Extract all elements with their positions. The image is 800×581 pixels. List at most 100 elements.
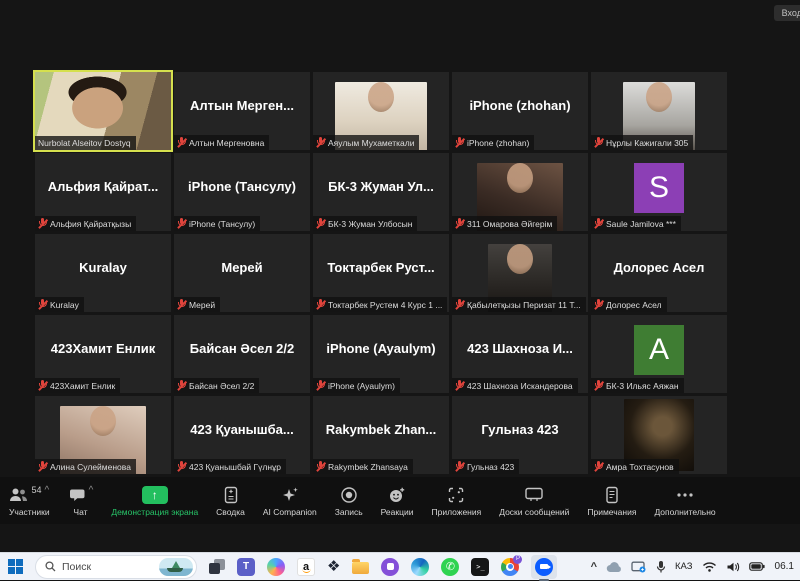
participant-display-name: Rakymbek Zhan... — [313, 396, 449, 462]
terminal-icon[interactable]: >_ — [471, 558, 489, 576]
participant-name-label: Kuralay — [35, 297, 84, 312]
participant-tile[interactable]: Nurbolat Alseitov Dostyq — [35, 72, 171, 150]
ellipsis-icon — [675, 486, 695, 504]
muted-mic-icon — [455, 299, 464, 310]
muted-mic-icon — [455, 137, 464, 148]
task-view-icon[interactable] — [209, 559, 225, 574]
edge-browser-icon[interactable] — [411, 558, 429, 576]
whatsapp-icon[interactable]: ✆ — [441, 558, 459, 576]
muted-mic-icon — [38, 218, 47, 229]
participant-tile[interactable]: Гульназ 423 Гульназ 423 — [452, 396, 588, 474]
notes-button[interactable]: Примечания — [578, 477, 645, 524]
weather-cloud-icon[interactable] — [606, 561, 622, 573]
participant-display-name: Токтарбек Руст... — [313, 234, 449, 300]
start-button[interactable] — [8, 559, 23, 574]
chrome-icon[interactable]: P — [501, 558, 519, 576]
file-explorer-icon[interactable] — [352, 562, 369, 574]
muted-mic-icon — [594, 218, 603, 229]
participant-name-label: 311 Омарова Әйгерім — [452, 216, 557, 231]
copilot-icon[interactable] — [267, 558, 285, 576]
muted-mic-icon — [177, 218, 186, 229]
participant-tile[interactable]: Байсан Әсел 2/2 Байсан Әсел 2/2 — [174, 315, 310, 393]
signin-button[interactable]: Вход — [774, 5, 800, 21]
participant-name-label: Токтарбек Рустем 4 Курс 1 ... — [313, 297, 447, 312]
share-screen-button[interactable]: ↑ Демонстрация экрана — [102, 477, 207, 524]
participant-tile[interactable]: Долорес Асел Долорес Асел — [591, 234, 727, 312]
muted-mic-icon — [38, 380, 47, 391]
muted-mic-icon — [316, 380, 325, 391]
participant-display-name: 423 Шахноза И... — [452, 315, 588, 381]
participant-name-label: iPhone (Тансулу) — [174, 216, 260, 231]
search-icon — [45, 561, 56, 572]
participant-tile[interactable]: Мерей Мерей — [174, 234, 310, 312]
dropbox-icon[interactable]: ❖ — [327, 558, 340, 576]
record-button[interactable]: Запись — [326, 477, 372, 524]
battery-icon[interactable] — [749, 562, 765, 571]
muted-mic-icon — [455, 380, 464, 391]
muted-mic-icon — [455, 461, 464, 472]
participant-name-label: 423 Қуанышбай Гүлнұр — [174, 459, 286, 474]
participant-tile[interactable]: Аяулым Мухаметкали — [313, 72, 449, 150]
participant-name-label: Алтын Мергеновна — [174, 135, 269, 150]
participant-tile[interactable]: Kuralay Kuralay — [35, 234, 171, 312]
participant-name-label: Алина Сулейменова — [35, 459, 136, 474]
system-tray: ^ КАЗ 06.1 — [591, 560, 794, 574]
chevron-up-icon[interactable]: ^ — [89, 485, 94, 496]
chat-button[interactable]: ^ Чат — [59, 477, 103, 524]
participant-display-name: 423 Қуанышба... — [174, 396, 310, 462]
muted-mic-icon — [455, 218, 464, 229]
participant-tile[interactable]: Альфия Қайрат... Альфия Қайратқызы — [35, 153, 171, 231]
teams-icon[interactable]: T — [237, 558, 255, 576]
apps-button[interactable]: Приложения — [422, 477, 490, 524]
muted-mic-icon — [177, 461, 186, 472]
participant-name-label: Saule Jamilova *** — [591, 216, 681, 231]
amazon-icon[interactable]: a — [297, 558, 315, 576]
meeting-toolbar: 54 ^ Участники ^ Чат ↑ Демонстрация экра… — [0, 477, 800, 524]
participant-tile[interactable]: iPhone (Ayaulym) iPhone (Ayaulym) — [313, 315, 449, 393]
participant-tile[interactable]: 423 Қуанышба... 423 Қуанышбай Гүлнұр — [174, 396, 310, 474]
participant-name-label: Nurbolat Alseitov Dostyq — [35, 136, 136, 150]
whiteboards-button[interactable]: Доски сообщений — [490, 477, 578, 524]
more-button[interactable]: Дополнительно — [645, 477, 724, 524]
chevron-up-icon[interactable]: ^ — [44, 485, 49, 496]
participant-tile[interactable]: Rakymbek Zhan... Rakymbek Zhansaya — [313, 396, 449, 474]
participant-tile[interactable]: Нұрлы Кажигали 305 — [591, 72, 727, 150]
muted-mic-icon — [38, 299, 47, 310]
wifi-icon[interactable] — [702, 561, 717, 572]
participant-tile[interactable]: A БК-3 Ильяс Аяжан — [591, 315, 727, 393]
muted-mic-icon — [177, 380, 186, 391]
screen-cast-icon[interactable] — [631, 561, 647, 573]
participant-tile[interactable]: Қабылетқызы Перизат 11 Т... — [452, 234, 588, 312]
participant-tile[interactable]: S Saule Jamilova *** — [591, 153, 727, 231]
chat-icon — [68, 487, 86, 503]
participant-tile[interactable]: Алтын Мерген... Алтын Мергеновна — [174, 72, 310, 150]
taskbar-clock[interactable]: 06.1 — [775, 561, 794, 572]
muted-mic-icon — [594, 137, 603, 148]
participant-tile[interactable]: Токтарбек Руст... Токтарбек Рустем 4 Кур… — [313, 234, 449, 312]
search-highlight-image[interactable] — [159, 558, 193, 576]
participant-name-label: Байсан Әсел 2/2 — [174, 378, 259, 393]
ai-companion-button[interactable]: AI Companion — [254, 477, 326, 524]
participant-tile[interactable]: iPhone (zhohan) iPhone (zhohan) — [452, 72, 588, 150]
avatar: A — [634, 325, 684, 375]
microphone-icon[interactable] — [656, 560, 666, 574]
taskbar-search-input[interactable]: Поиск — [35, 555, 197, 579]
participant-tile[interactable]: Амра Тохтасунов — [591, 396, 727, 474]
tray-chevron-up-icon[interactable]: ^ — [591, 561, 597, 573]
participant-tile[interactable]: iPhone (Тансулу) iPhone (Тансулу) — [174, 153, 310, 231]
reactions-button[interactable]: Реакции — [372, 477, 423, 524]
summary-button[interactable]: Сводка — [207, 477, 254, 524]
language-indicator[interactable]: КАЗ — [675, 561, 693, 572]
participant-tile[interactable]: Алина Сулейменова — [35, 396, 171, 474]
participants-button[interactable]: 54 ^ Участники — [0, 477, 59, 524]
volume-icon[interactable] — [726, 561, 740, 573]
zoom-app-icon-active[interactable] — [531, 555, 557, 579]
participant-tile[interactable]: 423Хамит Енлик 423Хамит Енлик — [35, 315, 171, 393]
participant-tile[interactable]: 311 Омарова Әйгерім — [452, 153, 588, 231]
participant-tile[interactable]: 423 Шахноза И... 423 Шахноза Искандерова — [452, 315, 588, 393]
purple-app-icon[interactable] — [381, 558, 399, 576]
participant-tile[interactable]: БК-3 Жуман Ул... БК-3 Жуман Улбосын — [313, 153, 449, 231]
participant-name-label: iPhone (Ayaulym) — [313, 378, 400, 393]
zoom-meeting-window: Вход Nurbolat Alseitov Dostyq Алтын Мерг… — [0, 0, 800, 552]
participant-name-label: Мерей — [174, 297, 220, 312]
